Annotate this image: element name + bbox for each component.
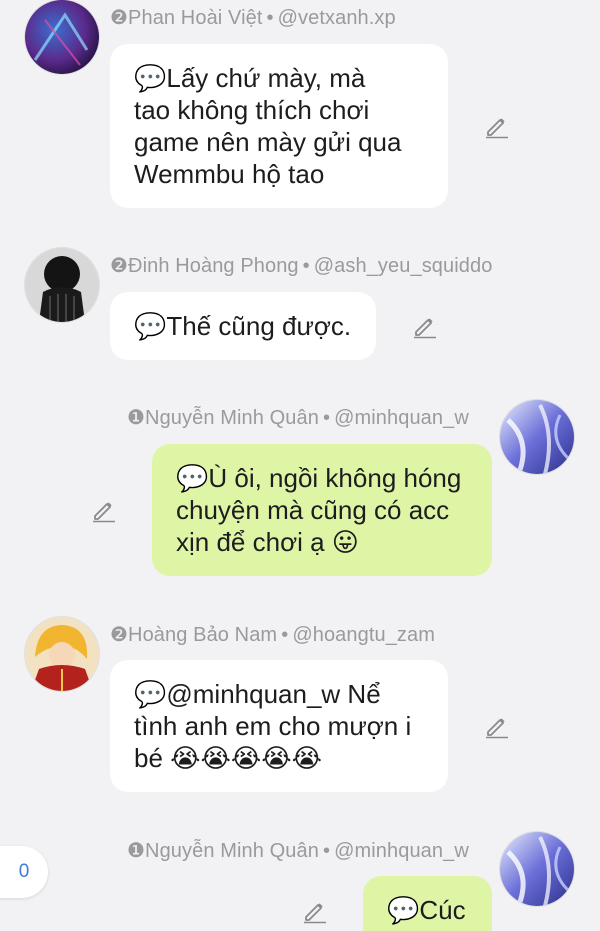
author-rank: ❷: [110, 7, 129, 29]
author-rank: ❷: [110, 624, 129, 646]
message-text-line: 💬Cúc: [387, 895, 466, 925]
message-bubble[interactable]: 💬Cúc: [363, 876, 492, 931]
author-rank: ❶: [127, 407, 146, 429]
message-bubble[interactable]: 💬@minhquan_w Nể tình anh em cho mượn i b…: [110, 660, 448, 792]
message-text-line: 💬@minhquan_w Nể: [134, 679, 381, 709]
avatar-dinh-hoang-phong[interactable]: [25, 248, 99, 322]
message-text-line: tình anh em cho mượn i: [134, 711, 412, 741]
avatar-image: [25, 0, 99, 74]
author-handle[interactable]: @hoangtu_zam: [292, 624, 435, 646]
reply-count: 0: [18, 861, 30, 882]
author-name[interactable]: Nguyễn Minh Quân: [145, 407, 319, 429]
avatar-image: [25, 248, 99, 322]
author-handle[interactable]: @ash_yeu_squiddo: [314, 255, 493, 277]
message-bubble[interactable]: 💬Ù ôi, ngồi không hóng chuyện mà cũng có…: [152, 444, 492, 576]
avatar-image: [25, 617, 99, 691]
message-meta: ❷Phan Hoài Việt • @vetxanh.xp: [110, 5, 396, 30]
message-text-line: chuyện mà cũng có acc: [176, 495, 450, 525]
message-text-line: 💬Thế cũng được.: [134, 311, 352, 341]
avatar-phan-hoai-viet[interactable]: [25, 0, 99, 74]
message-text-line: game nên mày gửi qua: [134, 127, 402, 157]
author-rank: ❷: [110, 255, 129, 277]
meta-separator: •: [322, 407, 331, 429]
message-text-line: tao không thích chơi: [134, 95, 370, 125]
message-text-line: xịn để chơi ạ 😛: [176, 527, 359, 557]
pencil-icon[interactable]: [302, 898, 328, 924]
reply-count-badge[interactable]: 0: [0, 846, 48, 898]
message-bubble[interactable]: 💬Thế cũng được.: [110, 292, 376, 360]
avatar-nguyen-minh-quan[interactable]: [500, 400, 574, 474]
author-name[interactable]: Hoàng Bảo Nam: [128, 624, 277, 646]
message-meta: ❷Hoàng Bảo Nam • @hoangtu_zam: [110, 622, 435, 647]
meta-separator: •: [322, 840, 331, 862]
message-meta: ❶Nguyễn Minh Quân • @minhquan_w: [127, 405, 469, 430]
avatar-hoang-bao-nam[interactable]: [25, 617, 99, 691]
author-handle[interactable]: @vetxanh.xp: [278, 7, 396, 29]
author-handle[interactable]: @minhquan_w: [334, 407, 469, 429]
message-text-line: 💬Lấy chứ mày, mà: [134, 63, 366, 93]
author-name[interactable]: Phan Hoài Việt: [128, 7, 262, 29]
meta-separator: •: [266, 7, 274, 29]
message-meta: ❷Đinh Hoàng Phong • @ash_yeu_squiddo: [110, 253, 492, 278]
message-bubble[interactable]: 💬Lấy chứ mày, mà tao không thích chơi ga…: [110, 44, 448, 208]
avatar-image: [500, 400, 574, 474]
message-text-line emoji-run: bé 😭😭😭😭😭: [134, 743, 323, 773]
author-handle[interactable]: @minhquan_w: [334, 840, 469, 862]
avatar-nguyen-minh-quan[interactable]: [500, 832, 574, 906]
pencil-icon[interactable]: [91, 497, 117, 523]
author-name[interactable]: Nguyễn Minh Quân: [145, 840, 319, 862]
message-text-line: Wemmbu hộ tao: [134, 159, 325, 189]
author-rank: ❶: [127, 840, 146, 862]
message-meta: ❶Nguyễn Minh Quân • @minhquan_w: [127, 838, 469, 863]
meta-separator: •: [281, 624, 289, 646]
pencil-icon[interactable]: [412, 313, 438, 339]
meta-separator: •: [302, 255, 310, 277]
pencil-icon[interactable]: [484, 113, 510, 139]
message-text-line: 💬Ù ôi, ngồi không hóng: [176, 463, 462, 493]
avatar-image: [500, 832, 574, 906]
author-name[interactable]: Đinh Hoàng Phong: [128, 255, 299, 277]
pencil-icon[interactable]: [484, 713, 510, 739]
